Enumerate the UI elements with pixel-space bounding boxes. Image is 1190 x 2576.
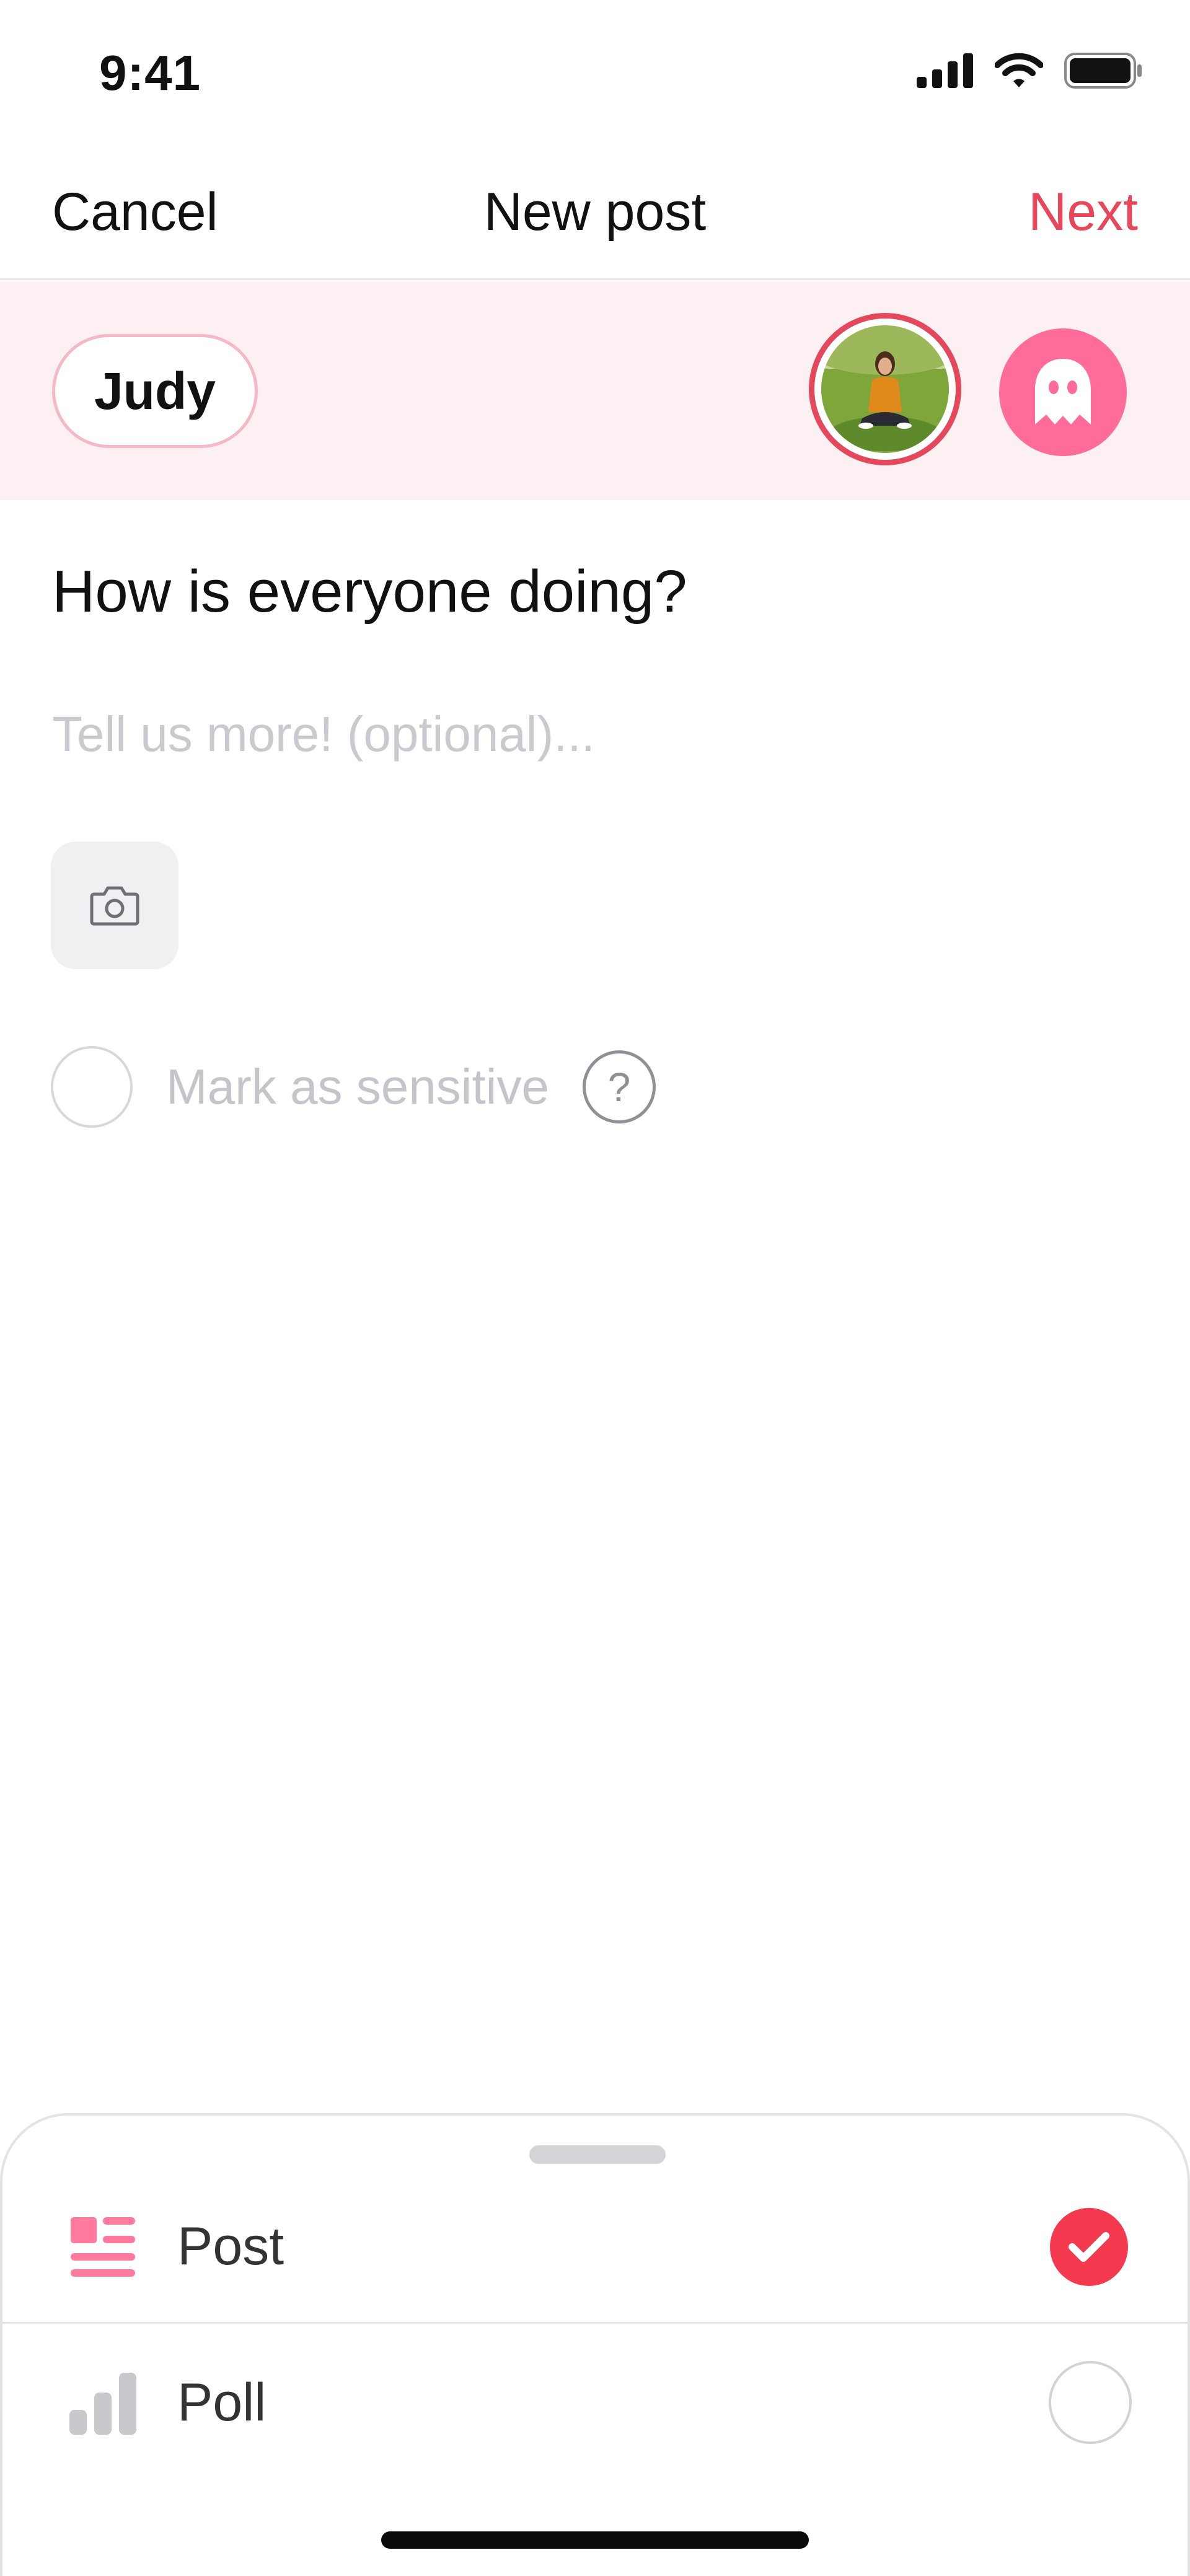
post-type-option-post[interactable]: Post xyxy=(2,2171,1188,2324)
post-type-label: Post xyxy=(177,2217,284,2276)
mark-sensitive-label: Mark as sensitive xyxy=(166,1059,549,1114)
cancel-button[interactable]: Cancel xyxy=(52,181,218,243)
identity-selector: Judy xyxy=(0,282,1190,500)
post-body-input[interactable]: Tell us more! (optional)... xyxy=(52,700,595,768)
next-button[interactable]: Next xyxy=(1028,181,1138,243)
nav-bar: Cancel New post Next xyxy=(0,143,1190,280)
poll-type-label: Poll xyxy=(177,2372,267,2432)
mark-sensitive-checkbox[interactable] xyxy=(51,1046,133,1128)
author-name-chip[interactable]: Judy xyxy=(52,334,258,448)
unselected-radio[interactable] xyxy=(1049,2361,1132,2444)
poll-bars-icon xyxy=(67,2367,139,2438)
cellular-signal-icon xyxy=(917,53,973,88)
post-list-icon xyxy=(67,2211,139,2283)
status-icons xyxy=(917,53,1144,89)
wifi-icon xyxy=(995,53,1043,87)
add-photo-button[interactable] xyxy=(51,842,178,969)
anonymous-mode-button[interactable] xyxy=(999,328,1127,456)
post-type-option-poll[interactable]: Poll xyxy=(2,2326,1188,2479)
post-type-sheet: Post Poll xyxy=(0,2113,1190,2576)
sheet-grabber[interactable] xyxy=(529,2145,666,2164)
camera-icon xyxy=(90,886,139,926)
post-title-input[interactable]: How is everyone doing? xyxy=(52,558,687,626)
home-indicator xyxy=(381,2531,809,2549)
mark-sensitive-row: Mark as sensitive ? xyxy=(51,1045,656,1129)
user-photo-avatar xyxy=(821,325,949,453)
ghost-icon xyxy=(1035,359,1091,424)
selected-check-icon xyxy=(1050,2207,1128,2286)
new-post-screen: 9:41 Cancel New post Next Judy How is ev… xyxy=(0,0,1190,2576)
status-bar: 9:41 xyxy=(0,0,1190,143)
status-time: 9:41 xyxy=(99,45,201,100)
user-avatar-button[interactable] xyxy=(809,313,961,465)
battery-icon xyxy=(1064,53,1142,89)
help-icon[interactable]: ? xyxy=(582,1050,656,1123)
avatar xyxy=(821,325,949,453)
